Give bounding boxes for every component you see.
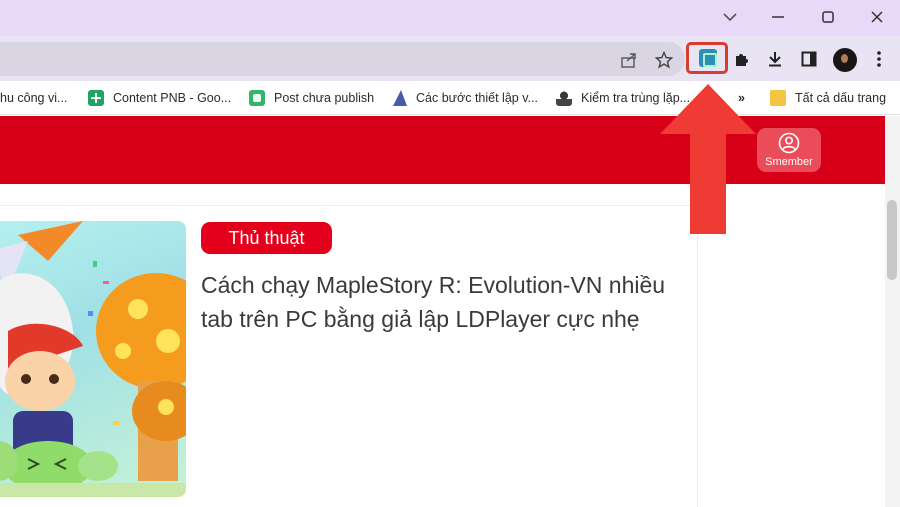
scrollbar[interactable]	[885, 116, 900, 507]
sidepanel-icon[interactable]	[796, 46, 822, 72]
minimize-icon[interactable]	[760, 2, 796, 32]
restore-icon[interactable]	[810, 2, 846, 32]
category-badge[interactable]: Thủ thuật	[201, 222, 332, 254]
divider	[697, 205, 698, 507]
bookmark-item[interactable]: Post chưa publish	[249, 88, 374, 108]
title-bar	[0, 0, 900, 36]
star-icon[interactable]	[654, 50, 674, 70]
sail-icon	[393, 90, 407, 106]
sheets-icon	[88, 90, 104, 106]
tab-search-chevron-icon[interactable]	[712, 2, 748, 32]
puzzle-icon[interactable]	[729, 46, 755, 72]
browser-window: hu công vi... Content PNB - Goo... Post …	[0, 0, 900, 507]
detective-icon	[556, 90, 572, 106]
extension-icon[interactable]	[699, 49, 717, 67]
bookmarks-bar: hu công vi... Content PNB - Goo... Post …	[0, 81, 900, 115]
all-bookmarks-label: Tất cả dấu trang	[795, 91, 887, 105]
download-icon[interactable]	[762, 46, 788, 72]
bookmark-item[interactable]: Content PNB - Goo...	[88, 88, 231, 108]
green-square-icon	[249, 90, 265, 106]
smember-label: Smember	[765, 156, 813, 168]
article-title-link[interactable]: Cách chạy MapleStory R: Evolution-VN nhi…	[201, 268, 691, 336]
all-bookmarks-folder[interactable]: Tất cả dấu trang	[770, 88, 886, 108]
article-thumbnail[interactable]	[0, 221, 186, 497]
smember-button[interactable]: Smember	[757, 128, 821, 172]
game-artwork-image	[0, 221, 186, 497]
close-icon[interactable]	[859, 2, 895, 32]
folder-icon	[770, 90, 786, 106]
bookmark-item[interactable]: hu công vi...	[0, 88, 67, 108]
bookmark-label: Post chưa publish	[274, 91, 375, 105]
bookmark-item[interactable]: Các bước thiết lập v...	[393, 88, 538, 108]
scrollbar-thumb[interactable]	[887, 200, 897, 280]
avatar[interactable]	[833, 48, 857, 72]
kebab-menu-icon[interactable]	[866, 46, 892, 72]
bookmark-label: Các bước thiết lập v...	[416, 91, 538, 105]
user-icon	[778, 132, 800, 154]
share-icon[interactable]	[620, 50, 640, 70]
annotation-arrow-icon	[660, 84, 756, 234]
address-bar[interactable]	[0, 42, 685, 76]
bookmark-label: Content PNB - Goo...	[113, 91, 232, 105]
divider	[0, 205, 697, 206]
bookmark-label: hu công vi...	[0, 91, 68, 105]
